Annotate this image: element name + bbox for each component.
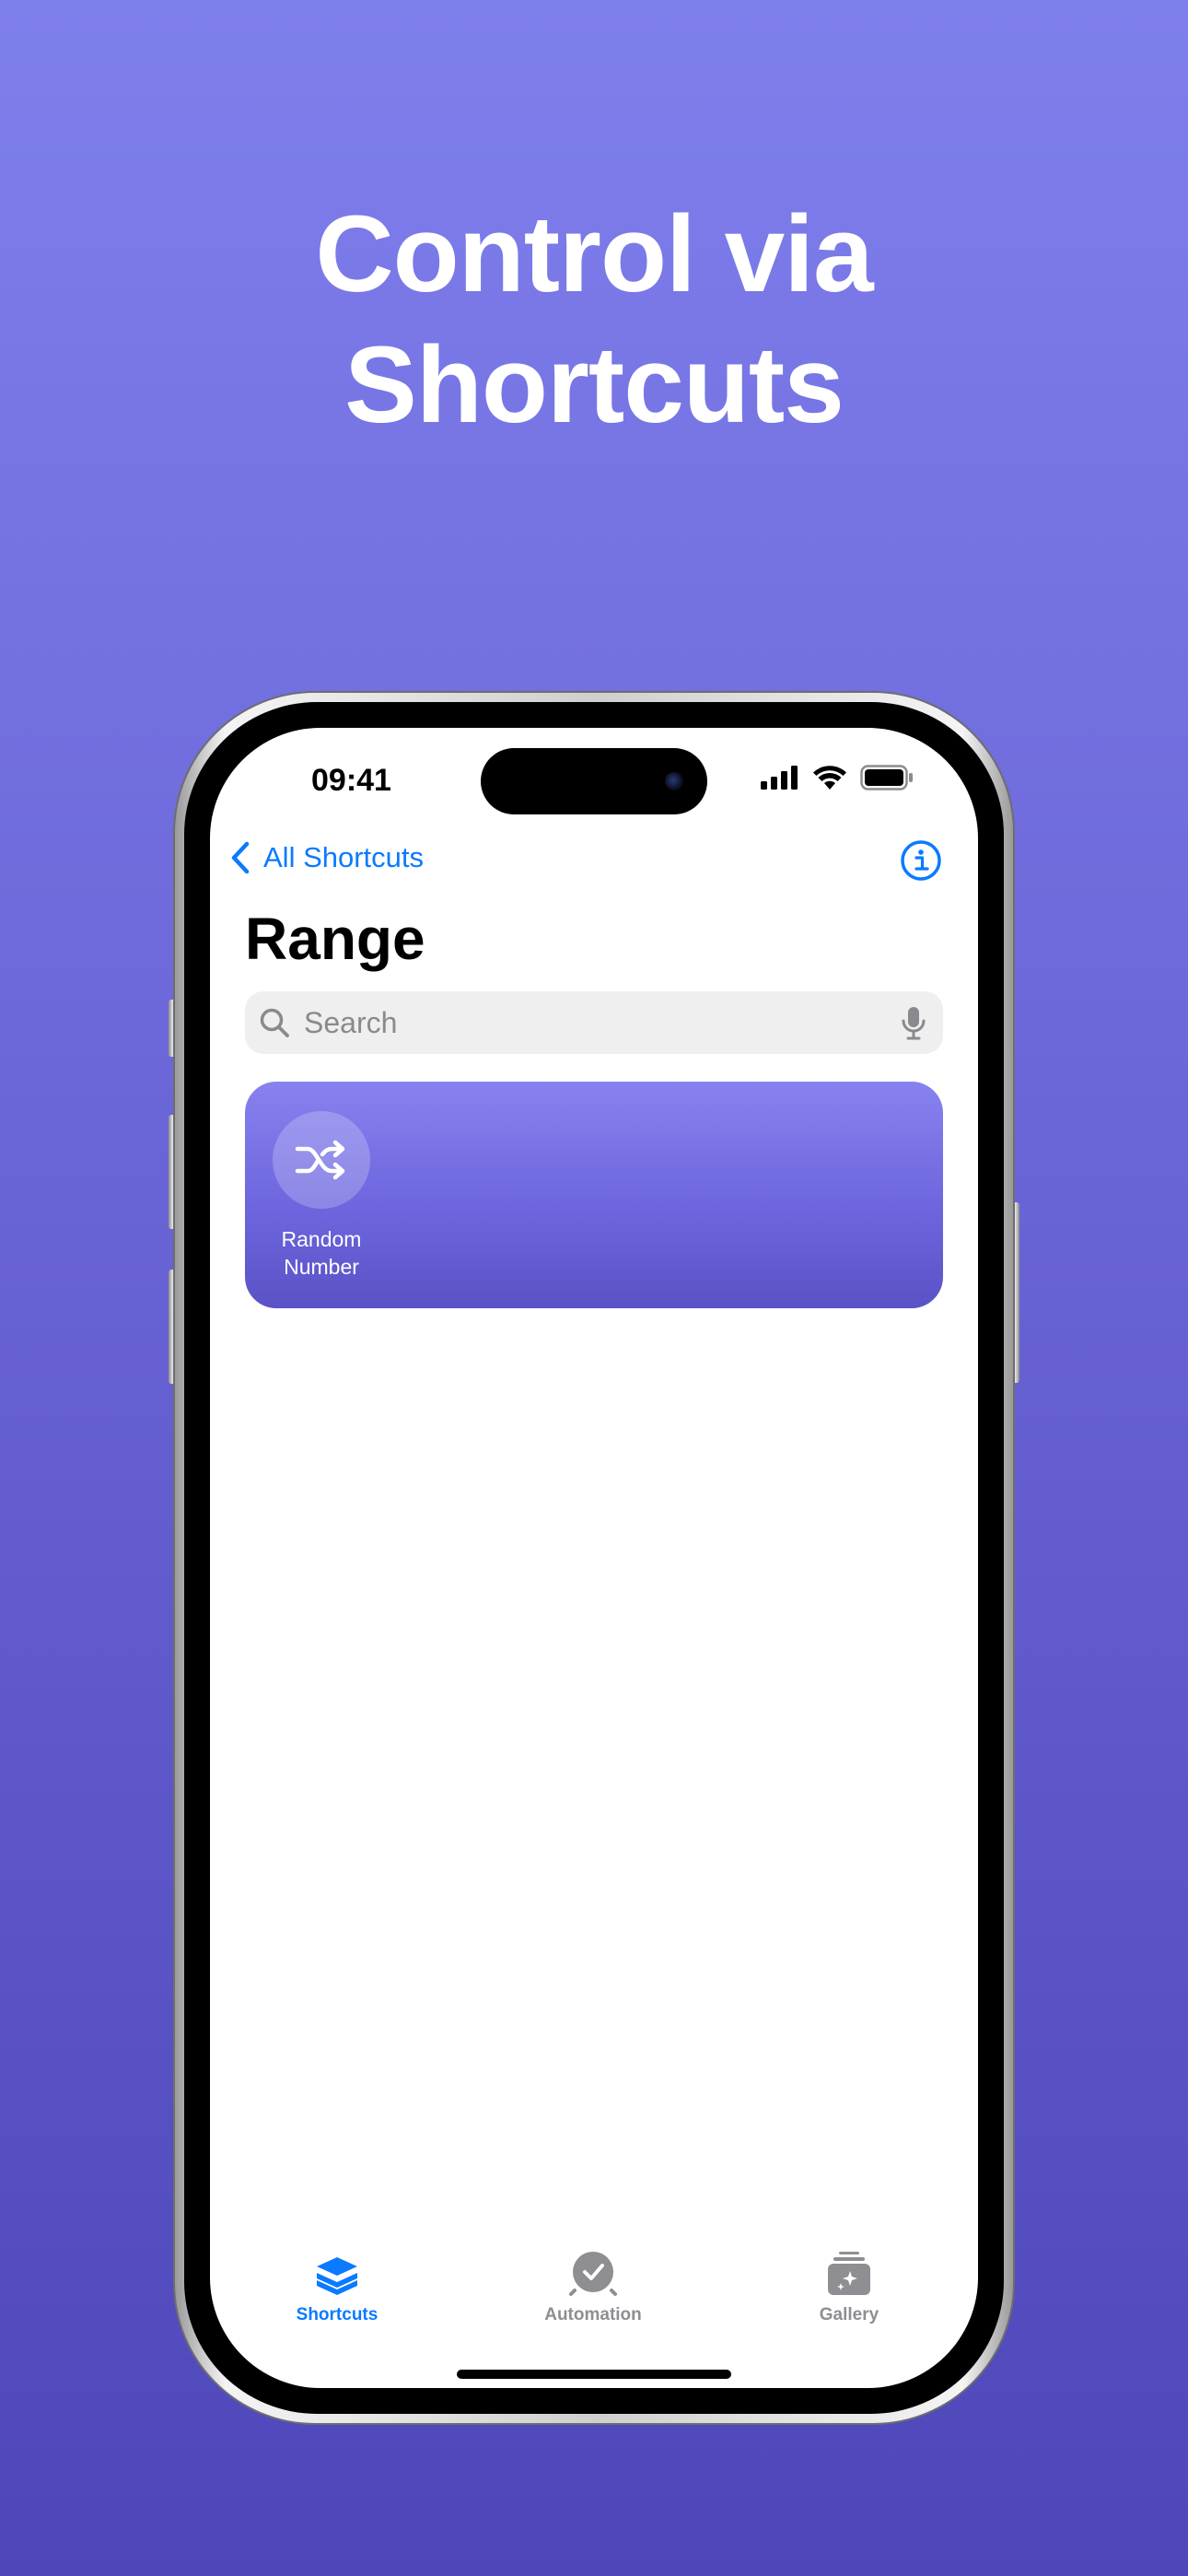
back-button[interactable]: All Shortcuts — [230, 840, 424, 875]
tab-label-shortcuts: Shortcuts — [296, 2305, 379, 2324]
headline-line-2: Shortcuts — [344, 324, 844, 446]
gallery-stack-icon — [828, 2252, 870, 2295]
search-input[interactable]: Search — [245, 991, 943, 1054]
phone-screen: 09:41 All Shortcuts Range Search Random … — [210, 728, 978, 2388]
search-icon — [260, 1008, 289, 1037]
chevron-left-icon — [231, 841, 250, 874]
tile-label-line-2: Number — [284, 1255, 359, 1279]
tile-label-line-1: Random — [281, 1227, 362, 1251]
search-placeholder: Search — [304, 1005, 398, 1039]
front-camera-icon — [665, 772, 683, 790]
page-title: Range — [245, 906, 425, 972]
cellular-signal-icon — [761, 766, 798, 790]
tab-gallery[interactable]: Gallery — [757, 2248, 941, 2325]
back-button-label: All Shortcuts — [263, 841, 425, 873]
tab-bar: Shortcuts Automation Gallery — [210, 2248, 978, 2340]
home-indicator[interactable] — [457, 2370, 731, 2379]
tab-label-automation: Automation — [544, 2305, 642, 2324]
tab-shortcuts[interactable]: Shortcuts — [245, 2248, 429, 2325]
clock-check-icon — [569, 2252, 617, 2296]
status-icons — [761, 765, 914, 790]
shortcut-tile-random-number[interactable]: Random Number — [245, 1082, 943, 1308]
microphone-icon[interactable] — [901, 1006, 926, 1041]
marketing-headline: Control via Shortcuts — [0, 189, 1188, 451]
shuffle-icon — [295, 1140, 345, 1180]
info-icon[interactable] — [899, 838, 943, 883]
wifi-icon — [813, 766, 846, 790]
status-time: 09:41 — [311, 763, 391, 798]
layers-icon — [317, 2257, 357, 2295]
tab-automation[interactable]: Automation — [501, 2248, 685, 2325]
shortcut-tile-label: Random Number — [254, 1225, 389, 1281]
headline-line-1: Control via — [315, 193, 873, 315]
battery-icon — [860, 765, 913, 790]
tab-label-gallery: Gallery — [819, 2305, 879, 2324]
tile-icon-circle — [273, 1111, 370, 1209]
dynamic-island — [481, 748, 707, 814]
